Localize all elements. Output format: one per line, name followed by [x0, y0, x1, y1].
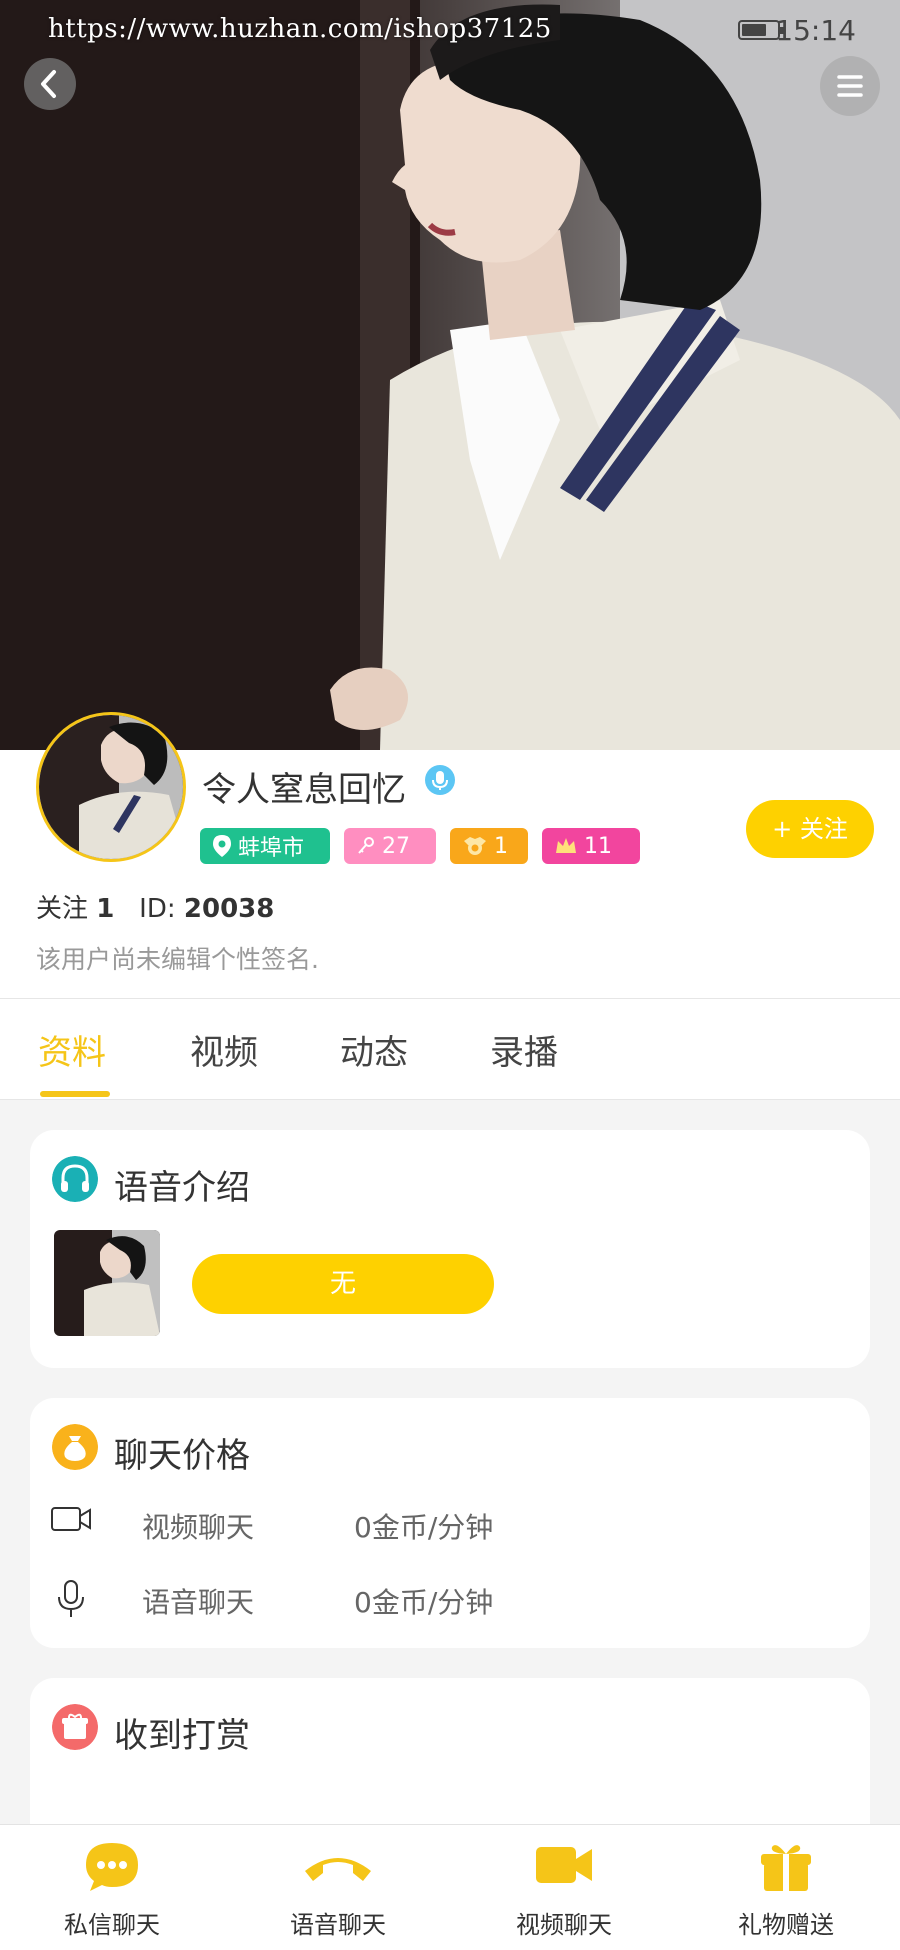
active-tab-indicator: [40, 1091, 110, 1097]
bottom-action-bar: 私信聊天 语音聊天 视频聊天 礼物赠送: [0, 1824, 900, 1950]
video-chat-label: 视频聊天: [142, 1511, 255, 1544]
avatar[interactable]: [36, 712, 186, 862]
video-camera-filled-icon: [536, 1847, 592, 1883]
send-gift-button[interactable]: 礼物赠送: [706, 1839, 866, 1940]
key-icon: [358, 837, 374, 854]
gift-icon: [761, 1845, 811, 1891]
follow-label: 关注: [36, 894, 89, 924]
level-value: 1: [494, 833, 508, 859]
profile-tabs: 资料 视频 动态 录播: [0, 998, 900, 1100]
video-camera-icon: [51, 1507, 91, 1531]
status-time: 15:14: [775, 14, 856, 47]
tab-videos[interactable]: 视频: [190, 1025, 258, 1074]
video-chat-price: 0金币/分钟: [354, 1511, 494, 1544]
chat-bubble-icon: [86, 1843, 138, 1891]
nickname: 令人窒息回忆: [202, 770, 406, 810]
city-label: 蚌埠市: [238, 836, 305, 861]
voice-intro-thumbnail: [54, 1230, 160, 1336]
crown-icon: [556, 838, 576, 853]
fans-tag: 27: [344, 828, 436, 864]
crown-value: 11: [584, 833, 612, 859]
location-pin-icon: [213, 835, 231, 857]
tab-info[interactable]: 资料: [38, 1025, 106, 1074]
url-watermark: https://www.huzhan.com/ishop37125: [48, 14, 552, 44]
back-button[interactable]: [24, 58, 76, 110]
menu-button[interactable]: [820, 56, 880, 116]
voice-chat-price: 0金币/分钟: [354, 1586, 494, 1619]
video-chat-price-row: 视频聊天 0金币/分钟: [50, 1498, 850, 1548]
medal-icon: [464, 837, 486, 855]
voice-call-button[interactable]: 语音聊天: [258, 1839, 418, 1940]
id-value: 20038: [183, 894, 275, 924]
microphone-badge-icon: [425, 765, 455, 795]
gift-box-icon: [52, 1704, 98, 1750]
profile-header: 令人窒息回忆 蚌埠市 27 1 11 + 关注 关注 1 ID: 20038 该…: [0, 712, 900, 998]
crown-tag: 11: [542, 828, 640, 864]
chat-price-card: 聊天价格 视频聊天 0金币/分钟 语音聊天 0金币/分钟: [30, 1398, 870, 1648]
chevron-left-icon: [41, 70, 56, 98]
voice-chat-label: 语音聊天: [142, 1586, 255, 1619]
video-call-button[interactable]: 视频聊天: [484, 1839, 644, 1940]
signature: 该用户尚未编辑个性签名.: [36, 945, 319, 974]
follow-count: 1: [96, 894, 115, 924]
hamburger-menu-icon: [837, 75, 863, 97]
money-bag-icon: [52, 1424, 98, 1470]
voice-call-label: 语音聊天: [290, 1911, 386, 1939]
video-call-label: 视频聊天: [516, 1911, 612, 1939]
chat-price-title: 聊天价格: [114, 1436, 250, 1476]
profile-cover-photo: [0, 0, 900, 750]
voice-chat-price-row: 语音聊天 0金币/分钟: [50, 1573, 850, 1623]
private-message-label: 私信聊天: [64, 1911, 160, 1939]
voice-intro-card: 语音介绍 无: [30, 1130, 870, 1368]
voice-intro-title: 语音介绍: [114, 1168, 250, 1208]
tab-moments[interactable]: 动态: [340, 1025, 408, 1074]
headphones-icon: [52, 1156, 98, 1202]
private-message-button[interactable]: 私信聊天: [32, 1839, 192, 1940]
battery-icon: [738, 20, 784, 40]
profile-stats: 关注 1 ID: 20038: [36, 888, 274, 925]
send-gift-label: 礼物赠送: [738, 1911, 834, 1939]
follow-button[interactable]: + 关注: [746, 800, 874, 858]
phone-icon: [305, 1858, 371, 1881]
level-tag: 1: [450, 828, 528, 864]
tab-recordings[interactable]: 录播: [490, 1025, 558, 1074]
play-voice-intro-button[interactable]: 无: [192, 1254, 494, 1314]
id-label: ID:: [139, 894, 176, 924]
fans-count: 27: [382, 833, 410, 859]
rewards-title: 收到打赏: [114, 1716, 250, 1756]
microphone-icon: [58, 1580, 84, 1617]
city-tag: 蚌埠市: [200, 828, 330, 864]
